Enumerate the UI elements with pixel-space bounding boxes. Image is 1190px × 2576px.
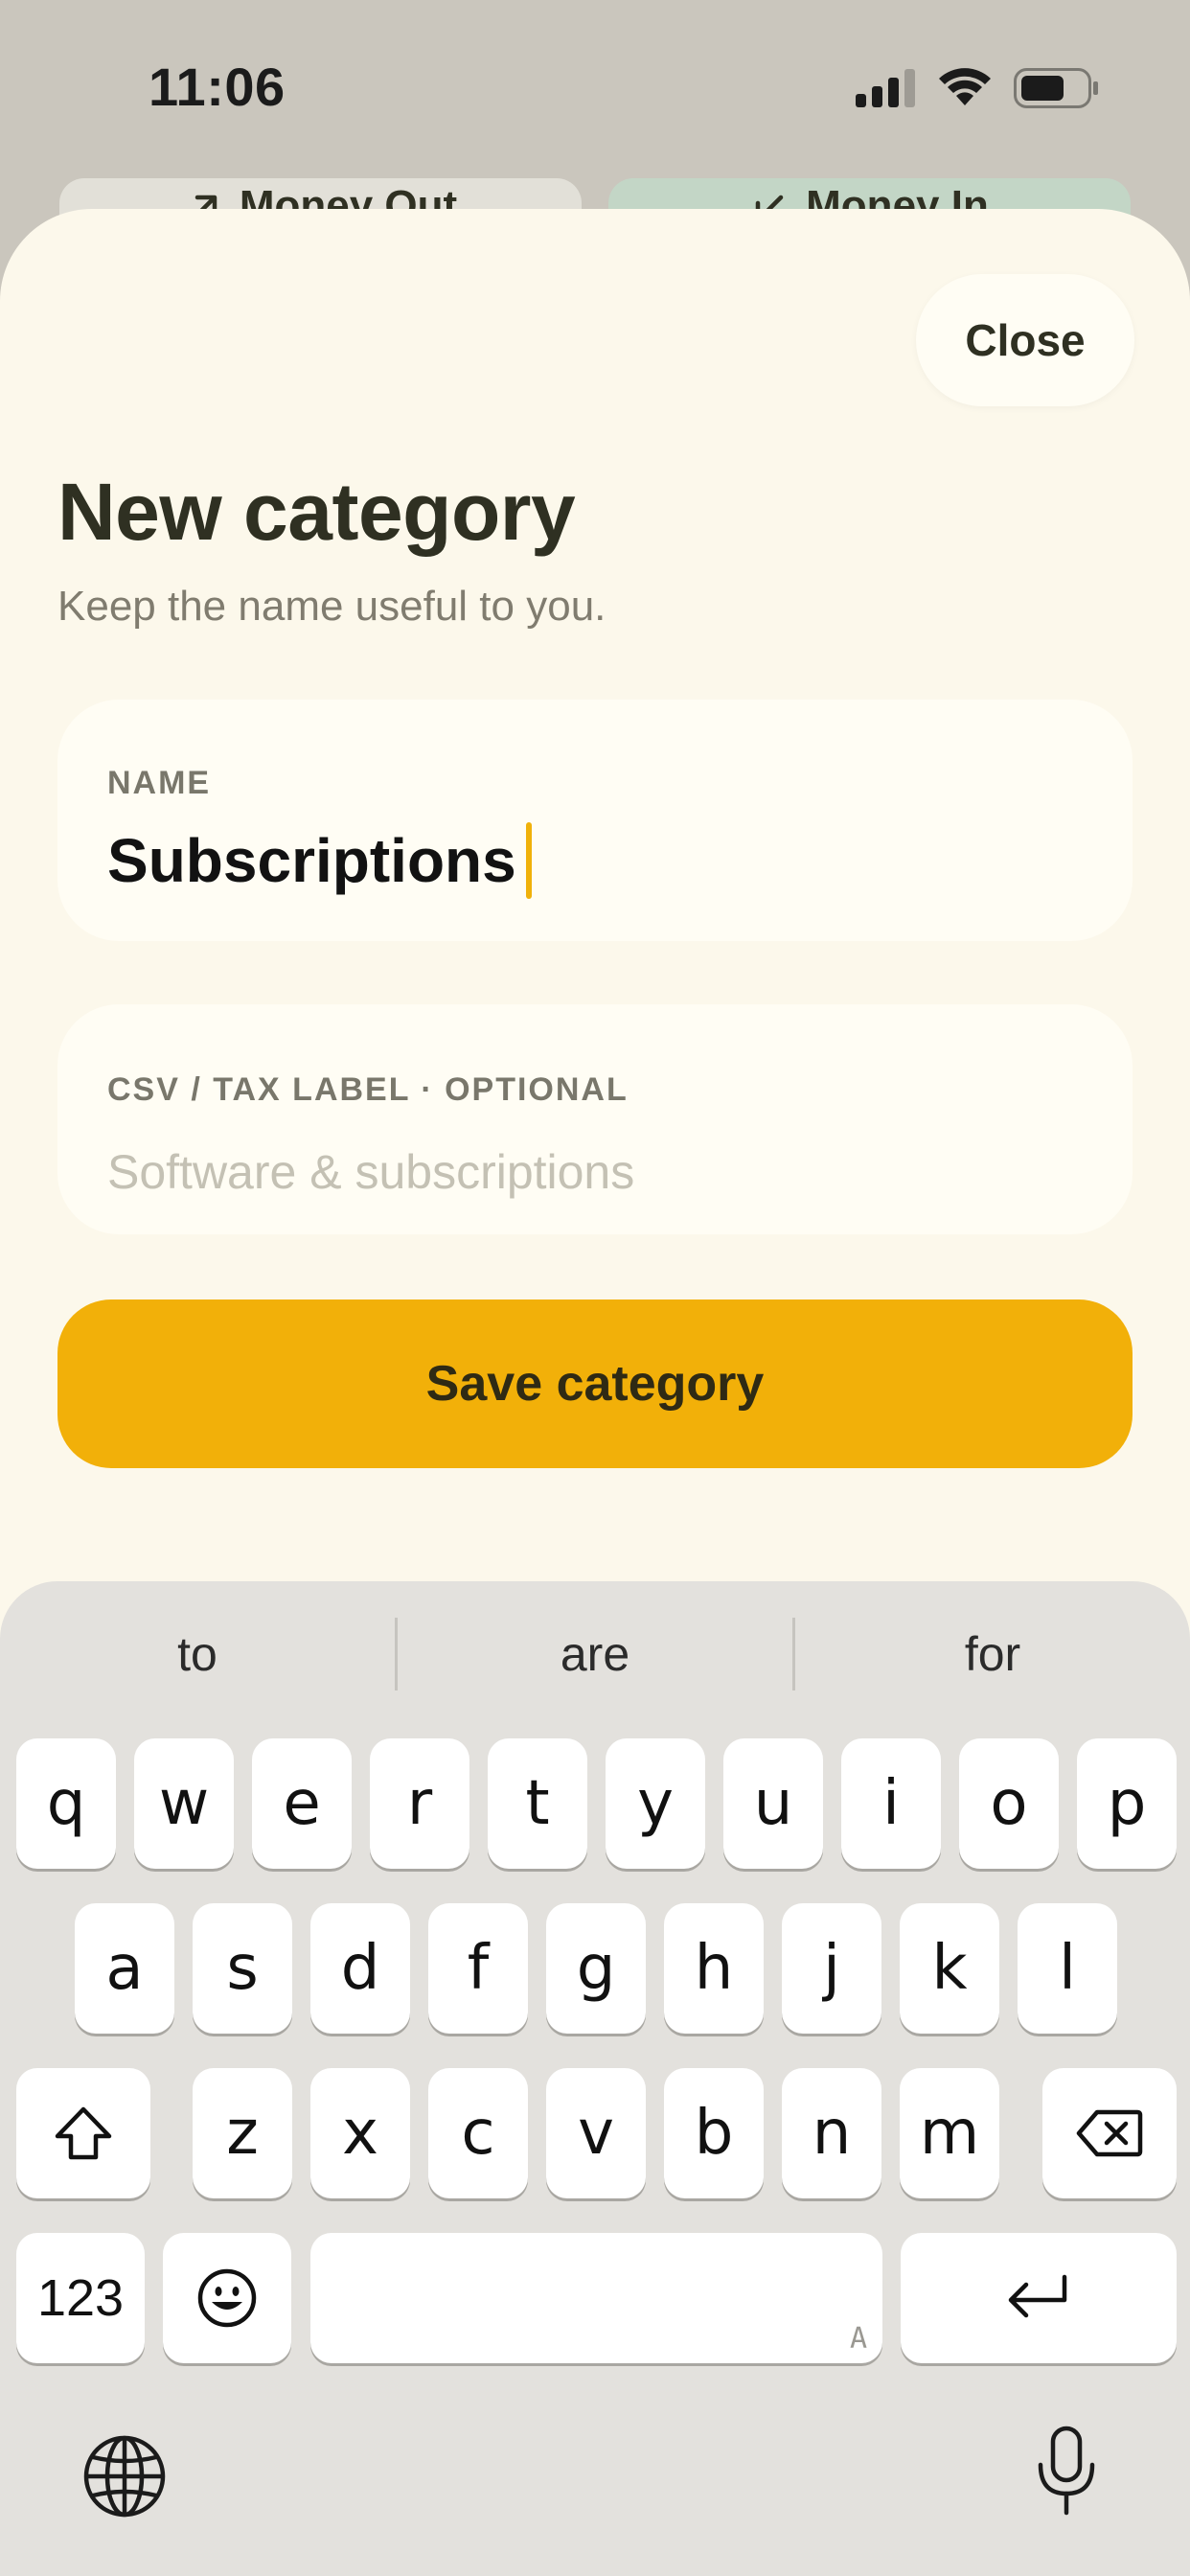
key-v[interactable]: v (546, 2068, 646, 2198)
on-screen-keyboard: to are for q w e r t y u i o p a s d f g… (0, 1581, 1190, 2576)
suggestion-item[interactable]: are (398, 1626, 792, 1682)
key-w[interactable]: w (134, 1738, 234, 1869)
key-g[interactable]: g (546, 1903, 646, 2034)
numbers-key[interactable]: 123 (16, 2233, 145, 2363)
key-n[interactable]: n (782, 2068, 881, 2198)
key-l[interactable]: l (1018, 1903, 1117, 2034)
suggestion-item[interactable]: for (795, 1626, 1190, 1682)
microphone-icon[interactable] (1035, 2425, 1098, 2517)
key-r[interactable]: r (370, 1738, 469, 1869)
save-category-button[interactable]: Save category (57, 1300, 1133, 1468)
shift-icon (55, 2106, 112, 2160)
key-t[interactable]: t (488, 1738, 587, 1869)
key-m[interactable]: m (900, 2068, 999, 2198)
csv-tax-label-field[interactable]: CSV / TAX LABEL · OPTIONAL (57, 1004, 1133, 1234)
name-input-value: Subscriptions (107, 826, 516, 895)
globe-icon[interactable] (82, 2434, 167, 2518)
key-d[interactable]: d (310, 1903, 410, 2034)
key-q[interactable]: q (16, 1738, 116, 1869)
key-f[interactable]: f (428, 1903, 528, 2034)
key-x[interactable]: x (310, 2068, 410, 2198)
backspace-key[interactable] (1042, 2068, 1177, 2198)
key-o[interactable]: o (959, 1738, 1059, 1869)
status-bar: 11:06 (0, 0, 1190, 172)
key-b[interactable]: b (664, 2068, 764, 2198)
key-a[interactable]: a (75, 1903, 174, 2034)
cellular-signal-icon (856, 69, 915, 107)
emoji-icon (197, 2268, 257, 2328)
key-j[interactable]: j (782, 1903, 881, 2034)
key-i[interactable]: i (841, 1738, 941, 1869)
csv-tax-label-input[interactable] (107, 1138, 1065, 1206)
return-key[interactable] (901, 2233, 1177, 2363)
text-cursor (525, 822, 532, 899)
key-u[interactable]: u (723, 1738, 823, 1869)
close-button[interactable]: Close (916, 274, 1134, 406)
shift-key[interactable] (16, 2068, 150, 2198)
page-title: New category (57, 467, 576, 557)
key-k[interactable]: k (900, 1903, 999, 2034)
key-h[interactable]: h (664, 1903, 764, 2034)
emoji-key[interactable] (163, 2233, 291, 2363)
key-z[interactable]: z (193, 2068, 292, 2198)
page-subtitle: Keep the name useful to you. (57, 583, 606, 630)
space-marker: A (849, 2322, 867, 2356)
suggestion-item[interactable]: to (0, 1626, 395, 1682)
key-y[interactable]: y (606, 1738, 705, 1869)
status-time: 11:06 (149, 57, 286, 117)
key-s[interactable]: s (193, 1903, 292, 2034)
wifi-icon (939, 68, 991, 105)
csv-tax-label-field-label: CSV / TAX LABEL · OPTIONAL (107, 1071, 629, 1108)
battery-icon (1014, 68, 1098, 108)
backspace-icon (1076, 2109, 1143, 2157)
space-key[interactable]: A (310, 2233, 882, 2363)
name-input[interactable]: Subscriptions (107, 822, 532, 899)
name-field-label: NAME (107, 765, 212, 801)
key-e[interactable]: e (252, 1738, 352, 1869)
key-p[interactable]: p (1077, 1738, 1177, 1869)
suggestion-bar: to are for (0, 1616, 1190, 1692)
return-icon (1008, 2274, 1067, 2318)
name-field[interactable]: NAME Subscriptions (57, 700, 1133, 941)
key-c[interactable]: c (428, 2068, 528, 2198)
